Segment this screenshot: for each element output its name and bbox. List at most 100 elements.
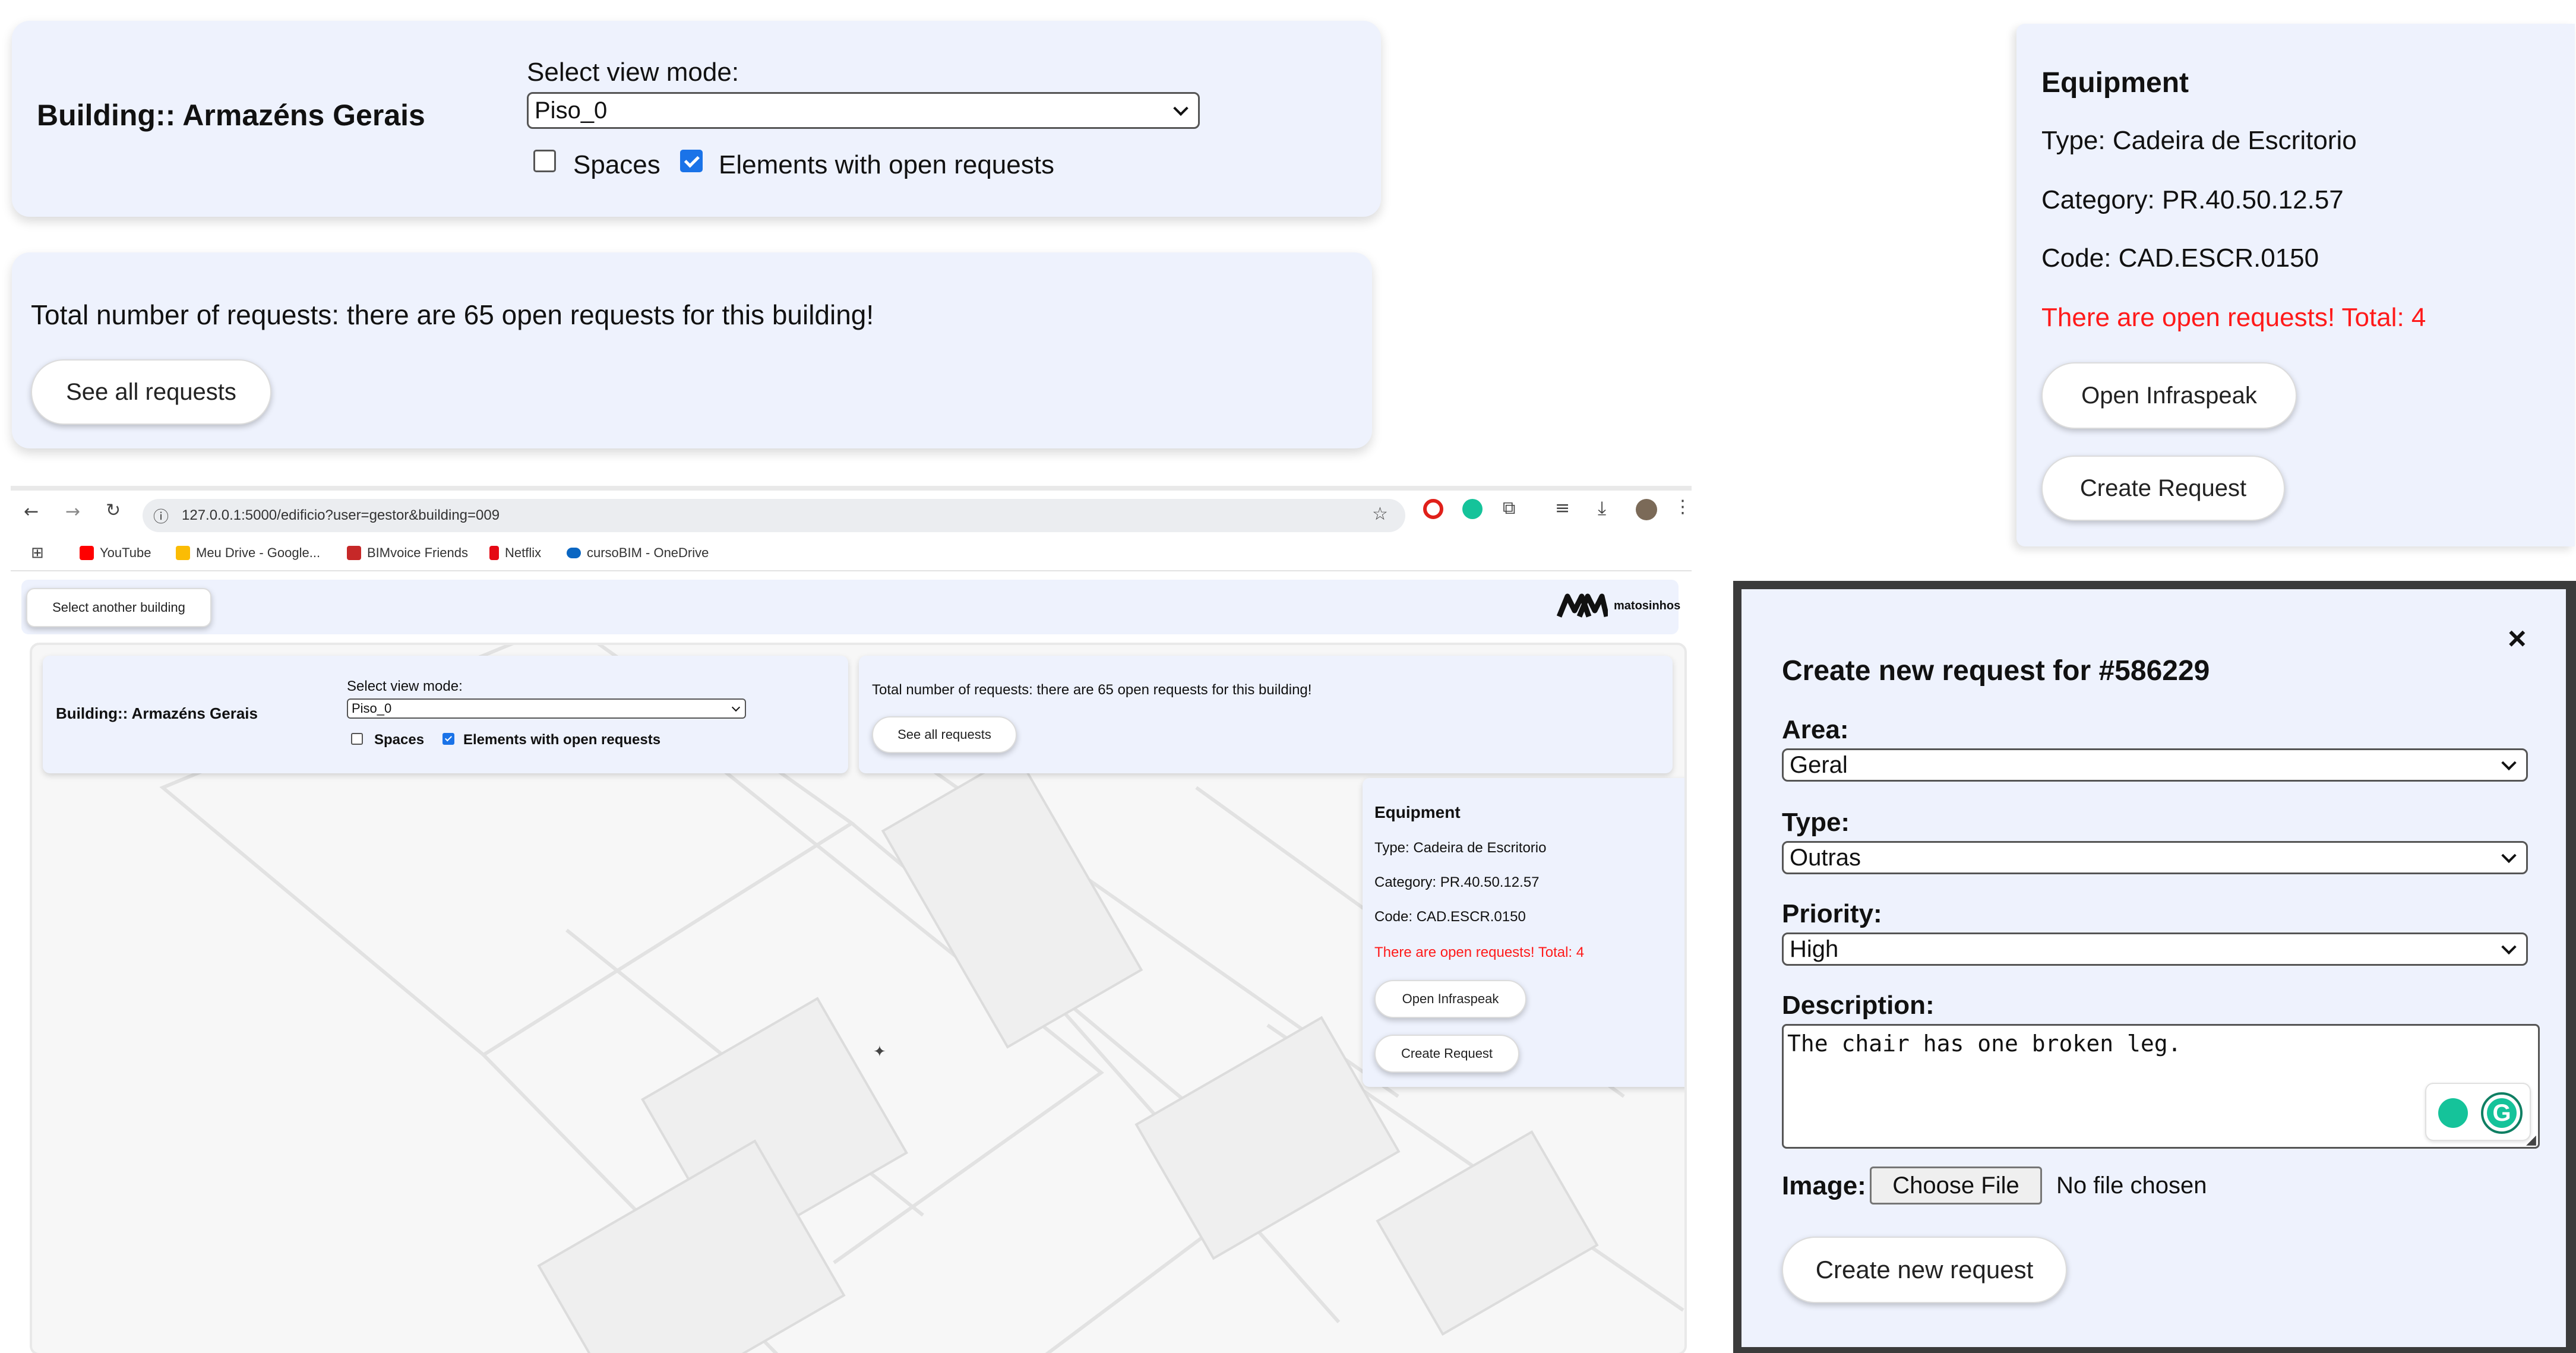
requests-summary: Total number of requests: there are 65 o… [31, 299, 874, 330]
bookmark-youtube[interactable]: YouTube [80, 545, 151, 561]
overlay-create-request-button[interactable]: Create Request [1374, 1035, 1519, 1073]
chevron-down-icon [1173, 100, 1189, 116]
bookmark-bimvoice[interactable]: BIMvoice Friends [347, 545, 468, 561]
bimvoice-icon [347, 546, 361, 560]
building-card: Building:: Armazéns Gerais Select view m… [12, 21, 1381, 217]
overlay-equipment-code: Code: CAD.ESCR.0150 [1374, 909, 1526, 925]
description-textarea[interactable]: The chair has one broken leg. G ◢ [1782, 1024, 2540, 1149]
overlay-equipment-type: Type: Cadeira de Escritorio [1374, 840, 1547, 856]
overlay-see-all-requests-button[interactable]: See all requests [872, 716, 1017, 753]
overlay-equipment-category: Category: PR.40.50.12.57 [1374, 874, 1540, 890]
priority-label: Priority: [1782, 899, 1882, 928]
menu-kebab-icon[interactable]: ⋮ [1674, 497, 1692, 517]
type-select[interactable]: Outras [1782, 841, 2528, 874]
overlay-building-title: Building:: Armazéns Gerais [56, 704, 258, 722]
youtube-icon [80, 546, 94, 560]
app-viewport: Select another building matosinhos Build… [11, 571, 1692, 1353]
area-select[interactable]: Geral [1782, 748, 2528, 782]
close-icon[interactable]: × [2508, 620, 2527, 657]
extensions-icon[interactable]: ⧉ [1503, 498, 1515, 519]
pushpin-marker-icon: ✦ [873, 1043, 886, 1061]
netflix-icon [489, 546, 499, 560]
open-infraspeak-button[interactable]: Open Infraspeak [2041, 362, 2297, 429]
reload-icon[interactable]: ↻ [106, 500, 121, 521]
priority-value: High [1790, 935, 1839, 962]
view-mode-label: Select view mode: [527, 58, 739, 87]
back-icon[interactable]: ← [24, 501, 39, 522]
grammarly-icon: G [2481, 1092, 2523, 1134]
equipment-card: Equipment Type: Cadeira de Escritorio Ca… [2016, 24, 2575, 546]
chevron-down-icon [2501, 848, 2517, 864]
overlay-open-infraspeak-button[interactable]: Open Infraspeak [1374, 980, 1526, 1018]
equipment-heading: Equipment [2041, 67, 2189, 99]
profile-avatar[interactable] [1636, 499, 1657, 520]
address-bar[interactable]: ⓘ 127.0.0.1:5000/edificio?user=gestor&bu… [143, 499, 1405, 532]
building-title: Building:: Armazéns Gerais [37, 99, 425, 132]
browser-toolbar: ← → ↻ ⓘ 127.0.0.1:5000/edificio?user=ges… [11, 491, 1692, 538]
overlay-open-requests-checkbox[interactable] [442, 733, 454, 745]
lightbulb-suggestion-icon [2438, 1098, 2468, 1128]
choose-file-button[interactable]: Choose File [1870, 1167, 2042, 1205]
overlay-building-panel: Building:: Armazéns Gerais Select view m… [43, 656, 848, 773]
site-info-icon[interactable]: ⓘ [153, 505, 169, 527]
browser-window: ← → ↻ ⓘ 127.0.0.1:5000/edificio?user=ges… [11, 486, 1692, 1353]
description-label: Description: [1782, 991, 1935, 1020]
type-label: Type: [1782, 808, 1850, 837]
select-another-building-button[interactable]: Select another building [26, 588, 211, 627]
apps-grid-icon[interactable]: ⊞ [31, 544, 44, 562]
open-requests-checkbox[interactable] [680, 150, 703, 172]
create-request-button[interactable]: Create Request [2041, 456, 2285, 521]
google-drive-icon [176, 546, 190, 560]
resize-handle-icon[interactable]: ◢ [2526, 1133, 2536, 1147]
spaces-checkbox[interactable] [533, 150, 556, 172]
bookmark-label: BIMvoice Friends [367, 545, 468, 560]
overlay-open-requests-label: Elements with open requests [463, 732, 661, 748]
type-value: Outras [1790, 844, 1861, 871]
view-mode-select[interactable]: Piso_0 [527, 92, 1200, 129]
overlay-view-mode-label: Select view mode: [347, 678, 463, 694]
spaces-label: Spaces [573, 150, 660, 179]
open-requests-warning: There are open requests! Total: 4 [2041, 303, 2426, 332]
bookmark-label: YouTube [100, 545, 151, 560]
equipment-type: Type: Cadeira de Escritorio [2041, 126, 2357, 155]
area-label: Area: [1782, 715, 1849, 744]
requests-card: Total number of requests: there are 65 o… [12, 252, 1372, 448]
bookmark-google-drive[interactable]: Meu Drive - Google... [176, 545, 320, 561]
image-label: Image: [1782, 1171, 1866, 1200]
overlay-spaces-checkbox[interactable] [351, 733, 363, 745]
forward-icon[interactable]: → [65, 501, 80, 522]
bookmark-star-icon[interactable]: ☆ [1372, 504, 1388, 524]
opera-extension-icon[interactable] [1423, 499, 1443, 519]
app-top-nav: Select another building matosinhos [21, 580, 1681, 634]
overlay-view-mode-select[interactable]: Piso_0 [347, 698, 746, 719]
create-new-request-button[interactable]: Create new request [1782, 1237, 2067, 1303]
area-value: Geral [1790, 751, 1848, 778]
overlay-requests-summary: Total number of requests: there are 65 o… [872, 682, 1312, 698]
bookmark-netflix[interactable]: Netflix [489, 545, 541, 561]
priority-select[interactable]: High [1782, 932, 2528, 966]
bookmark-onedrive[interactable]: cursoBIM - OneDrive [567, 545, 709, 561]
overlay-equipment-panel: Equipment Type: Cadeira de Escritorio Ca… [1363, 778, 1684, 1087]
no-file-chosen-text: No file chosen [2056, 1172, 2207, 1199]
download-icon[interactable]: ⤓ [1598, 497, 1606, 520]
see-all-requests-button[interactable]: See all requests [31, 359, 271, 425]
overlay-view-mode-value: Piso_0 [352, 701, 392, 716]
bookmark-label: Meu Drive - Google... [196, 545, 321, 560]
description-value: The chair has one broken leg. [1787, 1030, 2182, 1057]
chevron-down-icon [731, 703, 741, 712]
open-requests-label: Elements with open requests [719, 150, 1054, 179]
media-control-icon[interactable]: ≡ [1555, 498, 1570, 519]
overlay-requests-panel: Total number of requests: there are 65 o… [859, 656, 1673, 773]
grammarly-extension-icon[interactable] [1462, 499, 1483, 519]
tab-strip [11, 486, 1692, 491]
3d-model-viewer[interactable]: Building:: Armazéns Gerais Select view m… [30, 643, 1687, 1353]
onedrive-icon [567, 548, 581, 558]
chevron-down-icon [2501, 755, 2517, 771]
matosinhos-logo-icon [1557, 593, 1608, 618]
bookmark-label: Netflix [505, 545, 542, 560]
overlay-open-requests-warning: There are open requests! Total: 4 [1374, 944, 1585, 960]
grammarly-widget[interactable]: G [2425, 1083, 2531, 1141]
view-mode-value: Piso_0 [535, 97, 608, 124]
bookmark-label: cursoBIM - OneDrive [587, 545, 709, 560]
logo-text: matosinhos [1614, 599, 1681, 612]
